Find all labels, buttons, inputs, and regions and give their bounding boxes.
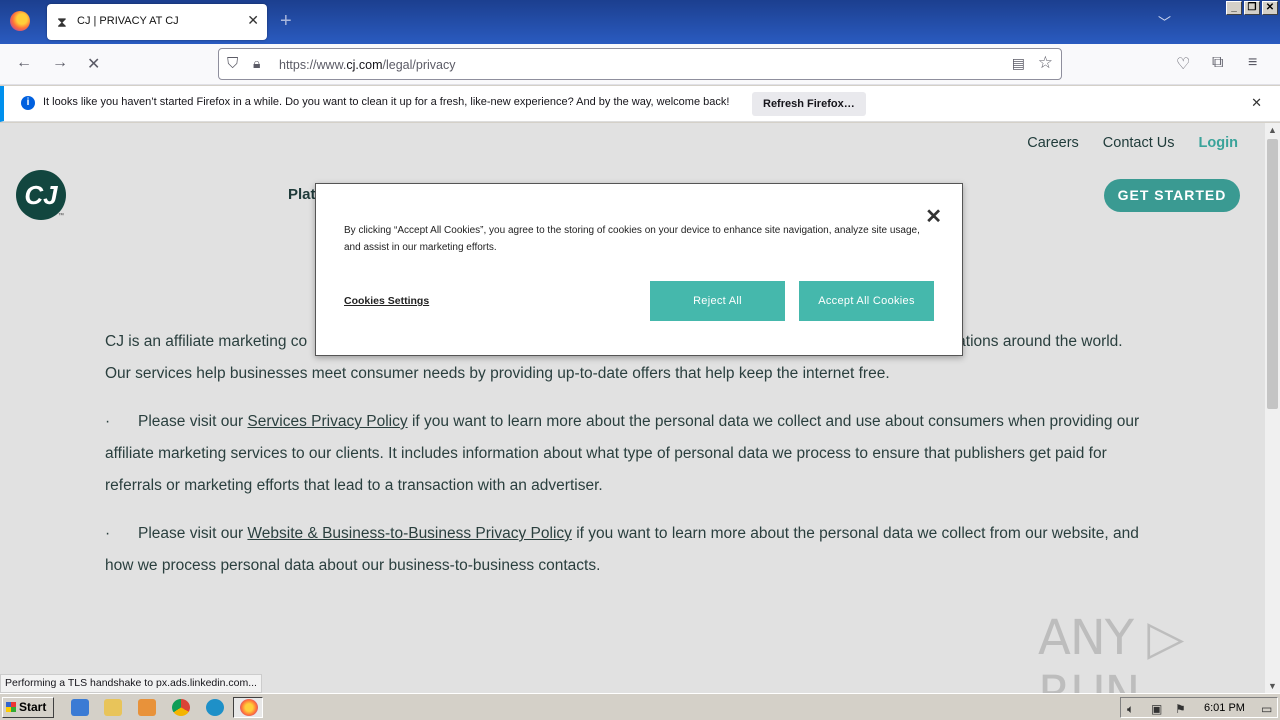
chrome-icon[interactable] (172, 699, 190, 716)
platform-menu-partial[interactable]: Plat (288, 186, 316, 203)
lock-icon[interactable]: 🔒︎ (253, 55, 260, 72)
taskbar: Start 🔈︎ ▣ ⚑ 6:01 PM ▭ (0, 693, 1280, 720)
get-started-button[interactable]: GET STARTED (1104, 179, 1240, 212)
notification-close-icon[interactable]: ✕ (1251, 95, 1262, 111)
tab-bar: ⧗ CJ | PRIVACY AT CJ ✕ + ﹀ _ ❐ ✕ (0, 0, 1280, 44)
trademark-mark: ™ (58, 213, 64, 219)
notification-message: It looks like you haven’t started Firefo… (43, 96, 730, 108)
scroll-up-icon[interactable]: ▲ (1268, 125, 1277, 135)
forward-arrow-icon[interactable]: → (52, 54, 68, 72)
hamburger-menu-icon[interactable]: ≡ (1248, 54, 1257, 72)
stop-loading-icon[interactable]: ✕ (87, 54, 100, 74)
info-icon: i (21, 96, 35, 110)
site-top-nav: Careers Contact Us Login (1027, 135, 1238, 151)
website-policy-paragraph: · Please visit our Website & Business-to-… (105, 525, 1139, 574)
status-text: Performing a TLS handshake to px.ads.lin… (0, 674, 262, 693)
reject-all-button[interactable]: Reject All (650, 281, 785, 321)
extensions-icon[interactable]: ⧉ (1212, 54, 1223, 72)
system-tray: 🔈︎ ▣ ⚑ 6:01 PM ▭ (1120, 697, 1278, 718)
services-policy-paragraph: · Please visit our Services Privacy Polic… (105, 413, 1140, 494)
internet-explorer-icon[interactable] (71, 699, 89, 716)
bookmark-star-icon[interactable]: ☆ (1038, 53, 1053, 73)
loading-hourglass-icon: ⧗ (57, 14, 67, 30)
nav-contact-link[interactable]: Contact Us (1103, 135, 1175, 151)
nav-careers-link[interactable]: Careers (1027, 135, 1079, 151)
cookie-consent-text: By clicking “Accept All Cookies”, you ag… (344, 225, 920, 253)
flag-icon[interactable]: ⚑ (1175, 702, 1186, 716)
minimize-button[interactable]: _ (1226, 1, 1242, 15)
website-b2b-privacy-policy-link[interactable]: Website & Business-to-Business Privacy P… (247, 525, 571, 542)
scrollbar-thumb[interactable] (1267, 139, 1278, 409)
window-controls: _ ❐ ✕ (1226, 1, 1278, 15)
tracking-shield-icon[interactable]: ⛉ (227, 55, 238, 72)
url-text[interactable]: https://www.cj.com/legal/privacy (279, 58, 455, 72)
refresh-firefox-button[interactable]: Refresh Firefox… (752, 92, 866, 116)
tab-close-icon[interactable]: ✕ (247, 12, 259, 29)
notification-bar: i It looks like you haven’t started Fire… (0, 86, 1280, 122)
page-scrollbar[interactable]: ▲ ▼ (1265, 123, 1280, 693)
firefox-icon[interactable] (10, 11, 30, 31)
pocket-icon[interactable]: ♡ (1176, 54, 1190, 74)
back-arrow-icon[interactable]: ← (16, 54, 32, 72)
url-bar[interactable]: ⛉ 🔒︎ https://www.cj.com/legal/privacy ▤ … (218, 48, 1062, 80)
cookies-settings-link[interactable]: Cookies Settings (344, 295, 429, 307)
tab-privacy[interactable]: ⧗ CJ | PRIVACY AT CJ ✕ (47, 4, 267, 40)
folder-icon[interactable] (104, 699, 122, 716)
clock: 6:01 PM (1204, 702, 1245, 714)
show-desktop-icon[interactable]: ▭ (1261, 702, 1272, 716)
media-player-icon[interactable] (138, 699, 156, 716)
cookie-consent-dialog: ✕ By clicking “Accept All Cookies”, you … (315, 183, 963, 356)
accept-all-cookies-button[interactable]: Accept All Cookies (799, 281, 934, 321)
start-button[interactable]: Start (2, 697, 54, 718)
new-tab-plus-icon[interactable]: + (280, 10, 292, 33)
network-icon[interactable]: ▣ (1151, 702, 1162, 716)
taskbar-firefox-button[interactable] (233, 697, 263, 718)
close-window-button[interactable]: ✕ (1262, 1, 1278, 15)
navigation-toolbar: ← → ✕ ⛉ 🔒︎ https://www.cj.com/legal/priv… (0, 44, 1280, 85)
nav-login-link[interactable]: Login (1199, 135, 1238, 151)
chevron-down-icon[interactable]: ﹀ (1158, 12, 1171, 31)
restore-button[interactable]: ❐ (1244, 1, 1260, 15)
tab-title: CJ | PRIVACY AT CJ (77, 15, 179, 27)
privacy-content: CJ is an affiliate marketing co ations ar… (105, 326, 1155, 598)
volume-icon[interactable]: 🔈︎ (1127, 702, 1134, 717)
reader-view-icon[interactable]: ▤ (1012, 55, 1025, 72)
edge-icon[interactable] (206, 699, 224, 716)
firefox-taskbar-icon (240, 699, 258, 716)
services-privacy-policy-link[interactable]: Services Privacy Policy (247, 413, 407, 430)
